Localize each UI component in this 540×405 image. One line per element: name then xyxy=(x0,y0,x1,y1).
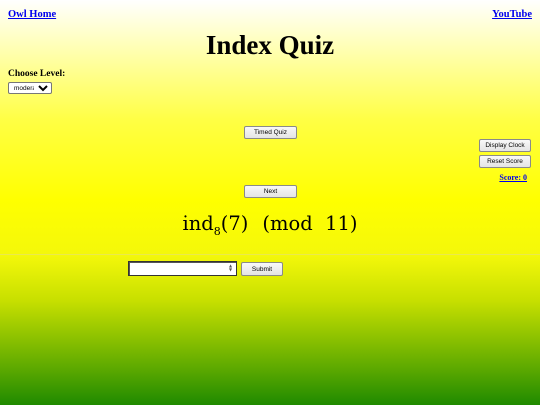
question-base: 8 xyxy=(213,224,221,238)
next-button[interactable]: Next xyxy=(244,185,297,198)
divider xyxy=(0,254,540,255)
question-expression: ind8(7) (mod 11) xyxy=(0,212,540,238)
question-argument: (7) xyxy=(220,212,249,235)
choose-level-label: Choose Level: xyxy=(8,69,66,79)
page-title: Index Quiz xyxy=(205,30,335,60)
display-clock-button[interactable]: Display Clock xyxy=(479,139,531,152)
youtube-link[interactable]: YouTube xyxy=(492,9,532,20)
score-display: Score: 0 xyxy=(499,173,527,182)
score-label: Score: xyxy=(499,173,521,182)
question-mod-close: ) xyxy=(349,212,358,235)
question-function: ind xyxy=(182,212,214,235)
reset-score-button[interactable]: Reset Score xyxy=(479,155,531,168)
question-mod-open: (mod xyxy=(262,212,313,235)
score-value: 0 xyxy=(523,173,527,182)
answer-input[interactable]: ▲ ▼ xyxy=(128,261,237,276)
question-modulus: 11 xyxy=(325,212,350,235)
level-select[interactable]: moderate xyxy=(8,82,52,94)
number-spinner-icon[interactable]: ▲ ▼ xyxy=(229,264,234,273)
timed-quiz-button[interactable]: Timed Quiz xyxy=(244,126,297,139)
owl-home-link[interactable]: Owl Home xyxy=(8,9,56,20)
submit-button[interactable]: Submit xyxy=(241,262,283,276)
